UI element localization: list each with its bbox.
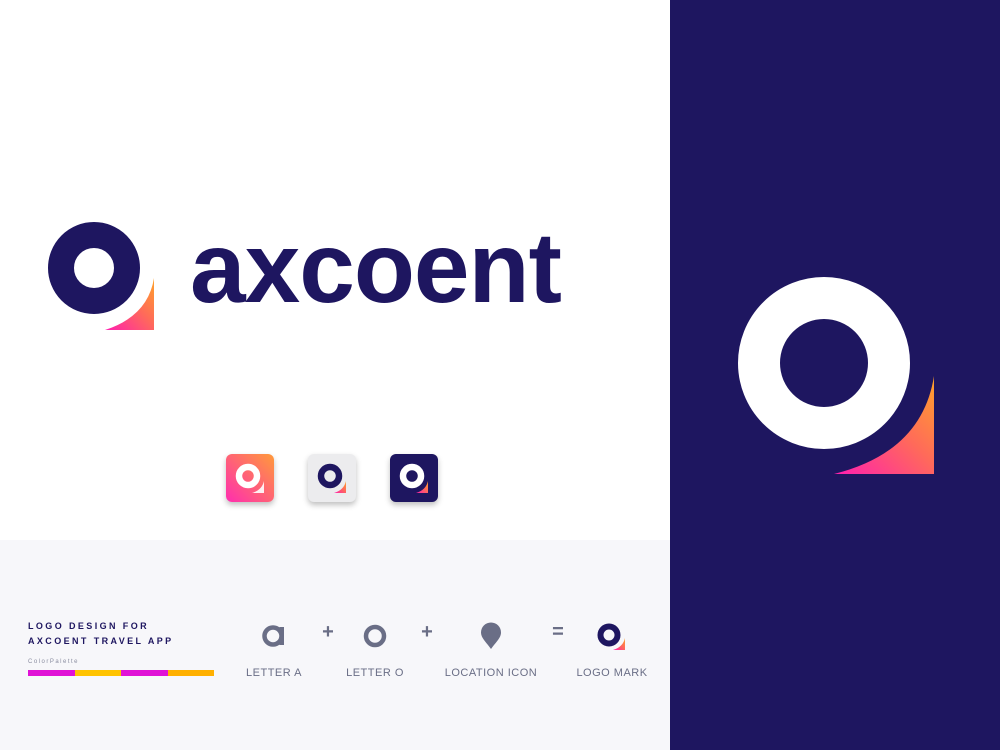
composition-label-logo-mark: LOGO MARK (576, 667, 648, 679)
letter-o-icon (355, 617, 395, 657)
plus-operator: + (322, 621, 334, 643)
composition-label-letter-o: LETTER O (346, 667, 404, 679)
palette-swatch (167, 670, 214, 676)
brand-wordmark: axcoent (190, 212, 562, 324)
palette-label: ColorPalette (28, 659, 80, 665)
palette-swatch (74, 670, 121, 676)
app-icon-dark (390, 454, 438, 502)
dark-logo-panel (670, 0, 1000, 750)
app-icon-gradient (226, 454, 274, 502)
tagline-line-1: LOGO DESIGN FOR (28, 621, 150, 631)
location-pin-icon (471, 617, 511, 657)
logo-mark-icon (317, 463, 346, 493)
equals-operator: = (552, 621, 564, 643)
app-icon-light (308, 454, 356, 502)
logo-mark-icon (48, 222, 154, 330)
plus-operator: + (421, 621, 433, 643)
composition-label-location-icon: LOCATION ICON (444, 667, 538, 679)
tagline-line-2: AXCOENT TRAVEL APP (28, 636, 174, 646)
logo-mark-icon (235, 463, 264, 493)
color-palette-bar (28, 670, 214, 676)
logo-mark-icon (738, 277, 934, 474)
logo-mark-icon (591, 617, 631, 657)
palette-swatch (28, 670, 75, 676)
letter-a-icon (254, 617, 294, 657)
palette-swatch (121, 670, 168, 676)
composition-label-letter-a: LETTER A (246, 667, 302, 679)
logo-mark-icon (399, 463, 428, 493)
